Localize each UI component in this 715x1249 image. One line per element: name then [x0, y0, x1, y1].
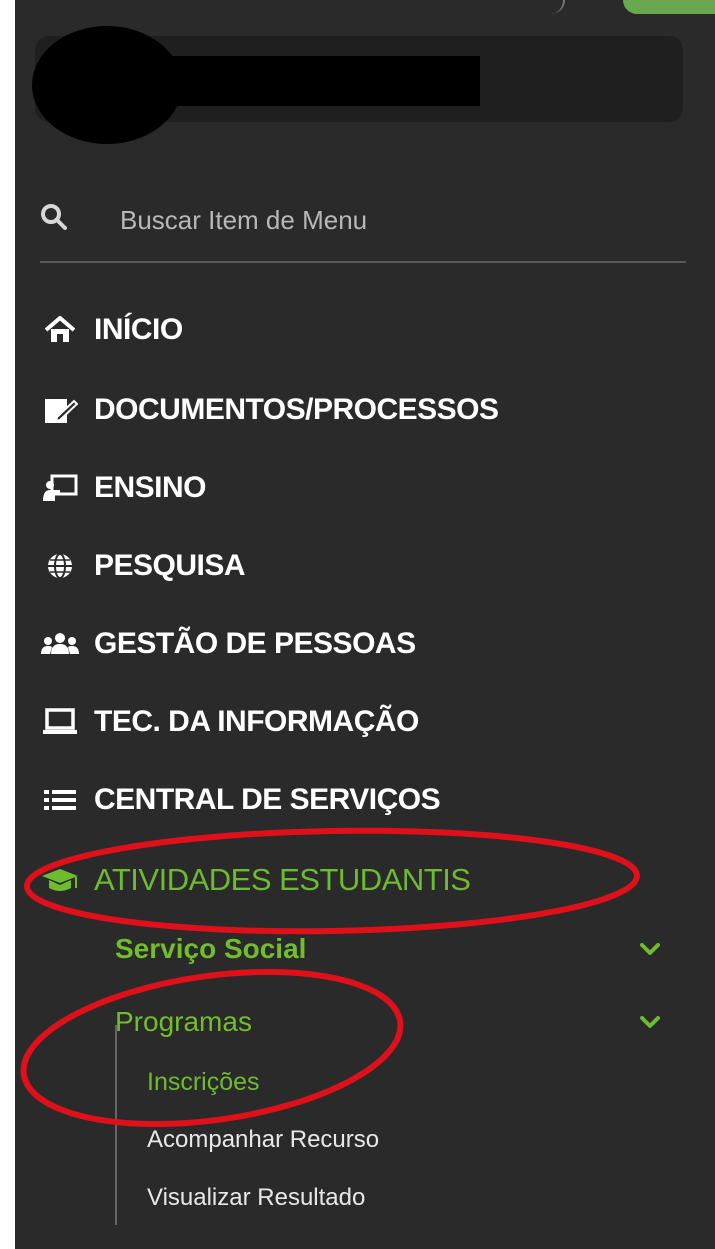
- teacher-board-icon: [40, 472, 80, 504]
- menu-item-label: INÍCIO: [94, 313, 183, 346]
- sidebar: INÍCIO DOCUMENTOS/PROCESSOS ENSINO: [15, 0, 715, 1249]
- submenu-label: Serviço Social: [115, 933, 307, 964]
- menu-item-label: CENTRAL DE SERVIÇOS: [94, 783, 441, 816]
- submenu-item-visualizar-resultado[interactable]: Visualizar Resultado: [147, 1178, 365, 1218]
- submenu-programas[interactable]: Programas: [115, 998, 675, 1046]
- menu-item-gestao-de-pessoas[interactable]: GESTÃO DE PESSOAS: [40, 614, 700, 674]
- laptop-icon: [40, 706, 80, 738]
- submenu-item-inscricoes[interactable]: Inscrições: [147, 1062, 260, 1102]
- menu-item-label: GESTÃO DE PESSOAS: [94, 627, 416, 660]
- chevron-down-icon[interactable]: [635, 1007, 665, 1037]
- home-icon: [40, 314, 80, 346]
- menu-item-label: DOCUMENTOS/PROCESSOS: [94, 393, 499, 426]
- users-icon: [40, 628, 80, 660]
- menu-item-label: PESQUISA: [94, 549, 246, 582]
- submenu-servico-social[interactable]: Serviço Social: [115, 925, 675, 973]
- submenu-label: Programas: [115, 1006, 252, 1037]
- globe-icon: [40, 550, 80, 582]
- menu-item-label: ENSINO: [94, 471, 207, 504]
- tree-guide-line: [115, 1025, 117, 1225]
- chevron-down-icon[interactable]: [635, 934, 665, 964]
- menu-item-tec-da-informacao[interactable]: TEC. DA INFORMAÇÃO: [40, 692, 700, 752]
- submenu-item-acompanhar-recurso[interactable]: Acompanhar Recurso: [147, 1120, 379, 1160]
- menu-item-atividades-estudantis[interactable]: ATIVIDADES ESTUDANTIS: [40, 850, 700, 910]
- menu-item-pesquisa[interactable]: PESQUISA: [40, 536, 700, 596]
- menu-item-ensino[interactable]: ENSINO: [40, 458, 700, 518]
- decorative-corner-line: [493, 0, 565, 14]
- menu-item-label: TEC. DA INFORMAÇÃO: [94, 705, 419, 738]
- user-name-redacted: [155, 56, 480, 106]
- menu-item-documentos-processos[interactable]: DOCUMENTOS/PROCESSOS: [40, 380, 700, 440]
- document-edit-icon: [40, 394, 80, 426]
- graduation-cap-icon: [40, 864, 80, 896]
- decorative-corner-accent: [623, 0, 715, 14]
- search-input[interactable]: [118, 201, 642, 239]
- menu-item-central-de-servicos[interactable]: CENTRAL DE SERVIÇOS: [40, 770, 700, 830]
- search-icon: [41, 204, 67, 230]
- menu-item-label: ATIVIDADES ESTUDANTIS: [94, 862, 471, 897]
- menu-search: [40, 195, 686, 263]
- list-icon: [40, 784, 80, 816]
- menu-item-inicio[interactable]: INÍCIO: [40, 300, 700, 360]
